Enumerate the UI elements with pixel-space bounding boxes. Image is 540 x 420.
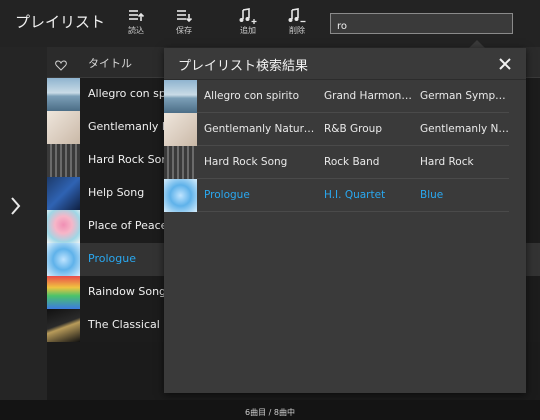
result-row[interactable]: Hard Rock Song Rock Band Hard Rock [164,146,509,179]
popup-title: プレイリスト検索結果 [178,59,309,74]
result-artist: Rock Band [324,156,380,168]
album-art [164,146,197,179]
playlist-load-icon [119,6,153,26]
toolbar: プレイリスト 読込 保存 追加 削除 [0,0,540,47]
result-genre: Gentlemanly Na… [420,123,510,135]
result-artist: Grand Harmony… [324,90,416,102]
music-add-icon [231,6,265,26]
result-genre: Hard Rock [420,156,474,168]
album-art [164,80,197,113]
track-title: Hard Rock Song [88,153,176,166]
chevron-right-icon[interactable] [9,195,23,222]
result-genre: Blue [420,189,444,201]
album-art [47,144,80,177]
save-button[interactable]: 保存 [167,6,201,42]
album-art [47,243,80,276]
album-art [47,210,80,243]
search-input[interactable] [331,17,512,36]
result-title: Gentlemanly Nature… [204,123,319,135]
album-art [47,276,80,309]
result-row[interactable]: Allegro con spirito Grand Harmony… Germa… [164,80,510,113]
load-button-label: 読込 [128,26,144,35]
save-button-label: 保存 [176,26,192,35]
left-rail [0,47,47,400]
music-remove-icon [280,6,314,26]
search-field[interactable] [330,13,513,36]
search-results-popup: プレイリスト検索結果 Allegro con spirito Grand Har… [164,48,526,393]
load-button[interactable]: 読込 [119,6,153,42]
remove-button-label: 削除 [289,26,305,35]
track-title: Prologue [88,252,136,265]
popup-caret [469,40,485,48]
add-button[interactable]: 追加 [231,6,265,42]
album-art [47,78,80,111]
status-bar: 6曲目 / 8曲中 [0,400,540,420]
result-artist: H.I. Quartet [324,189,386,201]
album-art [47,177,80,210]
track-position-text: 6曲目 / 8曲中 [245,408,295,417]
album-art [164,179,197,212]
result-genre: German Symph… [420,90,510,102]
playlist-save-icon [167,6,201,26]
result-title: Allegro con spirito [204,90,300,102]
result-row-highlighted[interactable]: Prologue H.I. Quartet Blue [164,179,509,212]
result-artist: R&B Group [324,123,382,135]
track-title: Help Song [88,186,145,199]
app-title: プレイリスト [15,13,106,31]
album-art [164,113,197,146]
album-art [47,111,80,144]
remove-button[interactable]: 削除 [280,6,314,42]
title-column-header[interactable]: タイトル [88,55,132,71]
close-icon[interactable] [497,56,513,72]
result-row[interactable]: Gentlemanly Nature… R&B Group Gentlemanl… [164,113,510,146]
result-title: Hard Rock Song [204,156,288,168]
heart-icon[interactable] [55,56,67,75]
track-title: Raindow Song [88,285,167,298]
add-button-label: 追加 [240,26,256,35]
album-art [47,309,80,342]
result-title: Prologue [204,189,250,201]
